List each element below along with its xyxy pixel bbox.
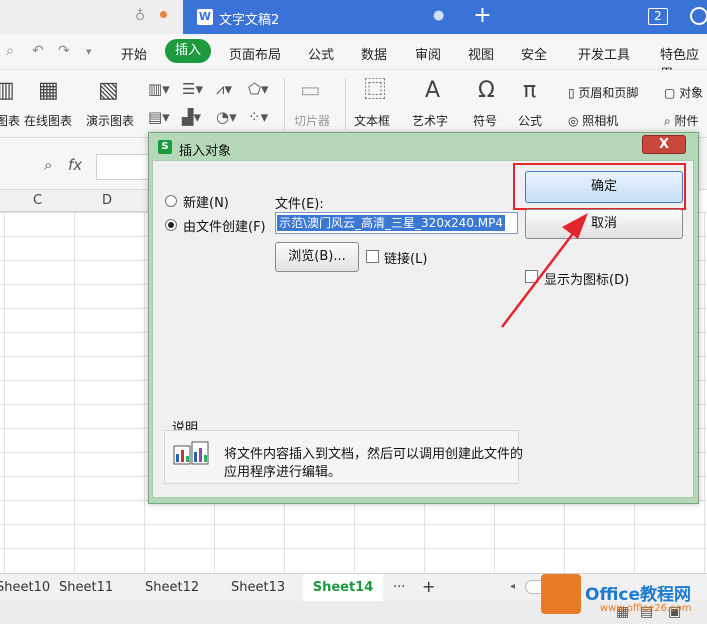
window-count-badge[interactable]: 2 <box>648 8 668 25</box>
new-tab-button[interactable]: + <box>460 0 505 34</box>
fx-icon[interactable]: fx <box>68 156 82 174</box>
online-chart-icon[interactable]: ▦ <box>38 78 59 104</box>
chart-icon[interactable]: ▥ <box>0 78 15 104</box>
header-footer-label: 页眉和页脚 <box>578 86 639 100</box>
ribbon-separator <box>345 78 346 130</box>
formula-icon[interactable]: π <box>523 78 536 104</box>
camera-label: 照相机 <box>582 114 619 128</box>
menu-review[interactable]: 审阅 <box>415 44 441 63</box>
document-tab[interactable]: W 文字文稿2 ● <box>183 0 460 34</box>
undo-icon[interactable]: ↶ <box>32 43 44 59</box>
dialog-app-icon: S <box>158 140 172 154</box>
stock-chart-icon[interactable]: ▤▾ <box>148 108 170 126</box>
file-path-input[interactable]: 示范\澳门风云_高清_三星_320x240.MP4 <box>275 212 518 234</box>
menu-developer[interactable]: 开发工具 <box>578 44 630 63</box>
title-bar-right <box>505 0 707 34</box>
customize-dropdown-icon[interactable]: ▾ <box>86 45 92 58</box>
ribbon-separator <box>284 78 285 130</box>
scroll-left-icon[interactable]: ◂ <box>510 581 515 592</box>
cloud-sync-icon[interactable] <box>690 7 707 25</box>
formula-label[interactable]: 公式 <box>518 112 542 129</box>
radio-new-label[interactable]: 新建(N) <box>183 192 229 211</box>
zoom-icon[interactable]: ⌕ <box>44 156 52 174</box>
menu-data[interactable]: 数据 <box>361 44 387 63</box>
watermark-url: www.office26.com <box>600 603 692 614</box>
add-sheet-button[interactable]: + <box>422 577 435 596</box>
browse-button[interactable]: 浏览(B)... <box>275 242 359 272</box>
sheet-tab[interactable]: Sheet13 <box>231 580 285 595</box>
sheet-tab[interactable]: Sheet12 <box>145 580 199 595</box>
radio-from-file[interactable] <box>165 219 177 231</box>
sheet-tab[interactable]: Sheet11 <box>59 580 113 595</box>
wordart-label[interactable]: 艺术字 <box>412 112 448 129</box>
search-icon[interactable]: ⌕ <box>6 43 14 59</box>
column-chart-icon[interactable]: ▥▾ <box>148 80 170 98</box>
slicer-icon: ▭ <box>300 78 321 103</box>
highlight-box <box>513 163 686 210</box>
bar-chart-icon[interactable]: ☰▾ <box>182 80 203 98</box>
menu-security[interactable]: 安全 <box>521 44 547 63</box>
attachment-button[interactable]: ⌕ 附件 <box>664 112 699 129</box>
wordart-icon[interactable]: A <box>425 78 440 104</box>
close-tab-icon[interactable]: ● <box>433 8 444 23</box>
radar-chart-icon[interactable]: ⬠▾ <box>248 80 269 98</box>
menu-home[interactable]: 开始 <box>121 44 147 63</box>
symbol-label[interactable]: 符号 <box>473 112 497 129</box>
column-header: C D <box>0 190 152 212</box>
online-chart-label[interactable]: 在线图表 <box>24 112 72 129</box>
description-text-line1: 将文件内容插入到文档，然后可以调用创建此文件的 <box>224 447 524 462</box>
redo-icon[interactable]: ↷ <box>58 43 70 59</box>
dialog-close-button[interactable]: X <box>642 135 686 154</box>
ribbon: ▥ 图表 ▦ 在线图表 ▧ 演示图表 ▥▾ ☰▾ ⩘▾ ⬠▾ ▤▾ ▟▾ ◔▾ … <box>0 70 707 138</box>
object-label: 对象 <box>679 86 704 100</box>
textbox-label[interactable]: 文本框 <box>354 112 390 129</box>
menu-formula[interactable]: 公式 <box>308 44 334 63</box>
description-text-line2: 应用程序进行编辑。 <box>224 465 342 480</box>
camera-button[interactable]: ◎ 照相机 <box>568 112 618 129</box>
header-footer-button[interactable]: ▯ 页眉和页脚 <box>568 84 638 101</box>
tab-strip-left <box>0 0 183 34</box>
menu-insert[interactable]: 插入 <box>165 39 211 63</box>
radio-new[interactable] <box>165 195 177 207</box>
chart-label[interactable]: 图表 <box>0 112 20 129</box>
textbox-icon[interactable]: ⿴ <box>364 78 386 104</box>
column-c[interactable]: C <box>33 193 42 208</box>
dialog-title: 插入对象 <box>179 144 232 159</box>
link-label[interactable]: 链接(L) <box>384 248 427 267</box>
radio-from-file-label[interactable]: 由文件创建(F) <box>183 216 266 235</box>
document-tab-title: 文字文稿2 <box>219 13 280 28</box>
link-checkbox[interactable] <box>366 250 379 263</box>
line-chart-icon[interactable]: ⩘▾ <box>216 80 232 98</box>
formula-input[interactable] <box>96 154 156 180</box>
writer-doc-icon: W <box>197 9 213 25</box>
more-sheets-button[interactable]: ··· <box>393 580 405 595</box>
sheet-tab-active[interactable]: Sheet14 <box>303 574 383 602</box>
pie-chart-icon[interactable]: ◔▾ <box>216 108 237 126</box>
object-package-icon <box>173 441 209 465</box>
pin-icon[interactable]: ♁ <box>135 8 145 24</box>
notification-dot-icon <box>160 11 167 18</box>
object-button[interactable]: ▢ 对象 <box>664 84 703 101</box>
scatter-chart-icon[interactable]: ⁘▾ <box>248 108 268 126</box>
menu-bar: ⌕ ↶ ↷ ▾ 开始 插入 页面布局 公式 数据 审阅 视图 安全 开发工具 特… <box>0 34 707 82</box>
file-label: 文件(E): <box>275 197 324 212</box>
menu-view[interactable]: 视图 <box>468 44 494 63</box>
watermark-logo-icon <box>541 574 581 614</box>
annotation-arrow-icon <box>501 213 588 328</box>
sheet-tab[interactable]: Sheet10 <box>0 580 50 595</box>
symbol-icon[interactable]: Ω <box>478 78 495 104</box>
presentation-chart-icon[interactable]: ▧ <box>98 78 119 104</box>
area-chart-icon[interactable]: ▟▾ <box>182 108 201 126</box>
slicer-label: 切片器 <box>294 114 331 128</box>
watermark-brand: Office教程网 <box>585 585 692 605</box>
attachment-label: 附件 <box>674 114 699 128</box>
presentation-chart-label[interactable]: 演示图表 <box>86 112 134 129</box>
file-path-value: 示范\澳门风云_高清_三星_320x240.MP4 <box>277 215 505 231</box>
menu-page-layout[interactable]: 页面布局 <box>229 44 281 63</box>
column-d[interactable]: D <box>102 193 112 208</box>
